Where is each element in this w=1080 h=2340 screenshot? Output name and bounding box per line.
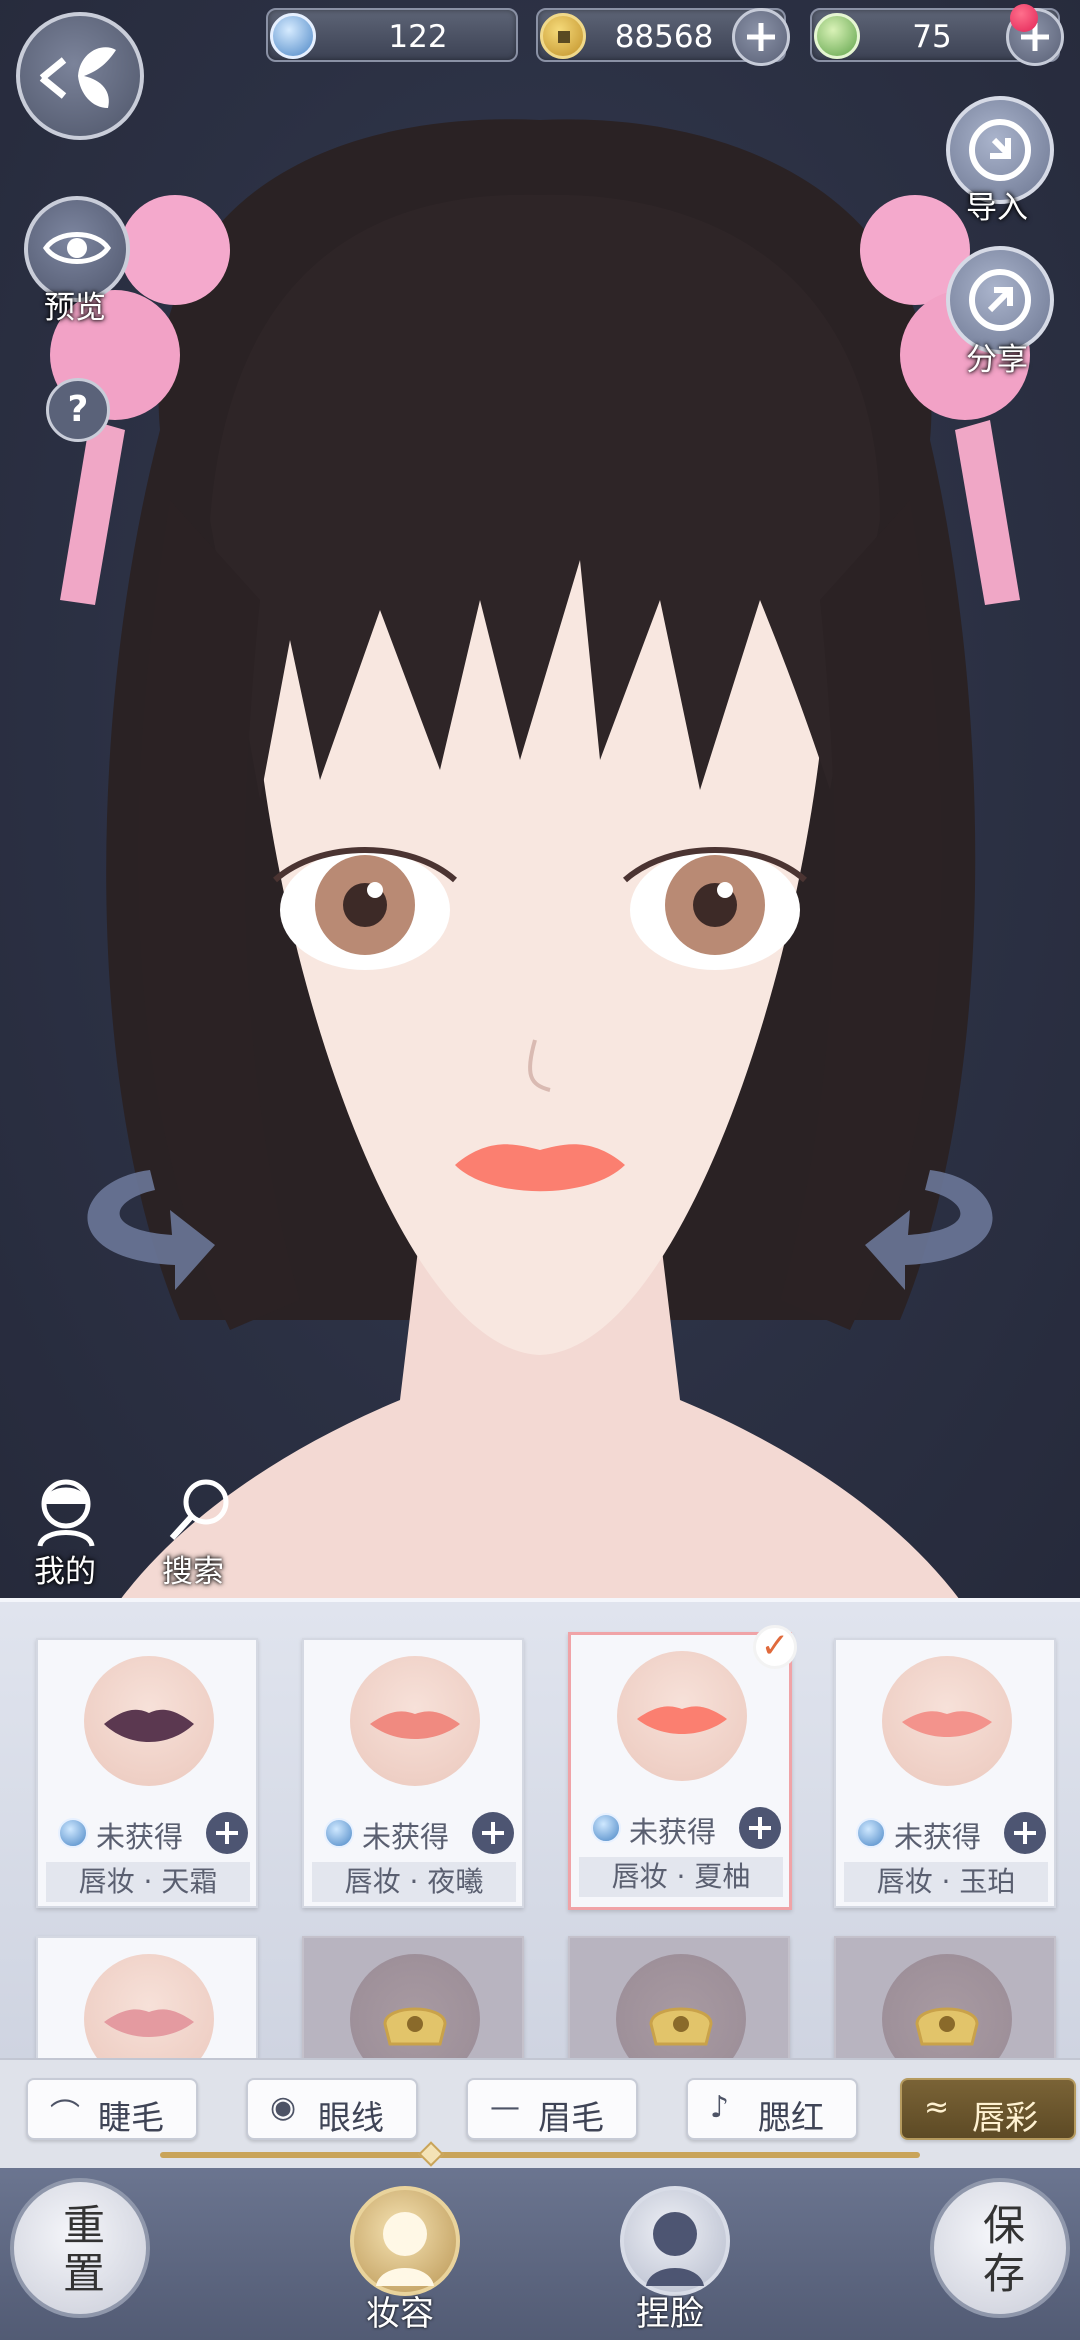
help-button[interactable]: ? xyxy=(46,378,110,442)
gem-icon xyxy=(591,1813,621,1843)
gem-icon xyxy=(324,1818,354,1848)
reset-label: 重置 xyxy=(62,2201,105,2298)
lip-thumbnail xyxy=(84,1954,214,2058)
tab-eyeliner[interactable]: ◉ 眼线 xyxy=(246,2078,418,2140)
mine-button[interactable]: 我的 xyxy=(26,1470,106,1590)
makeup-card-locked[interactable] xyxy=(834,1936,1056,2058)
makeup-name: 唇妆 · 夏柚 xyxy=(579,1857,783,1897)
gem-balance: 122 xyxy=(266,8,518,62)
makeup-name: 唇妆 · 玉珀 xyxy=(844,1862,1048,1902)
reset-button[interactable]: 重置 xyxy=(10,2178,150,2318)
save-button[interactable]: 保存 xyxy=(930,2178,1070,2318)
eyelash-icon: ⌒ xyxy=(50,2098,80,2133)
tab-label: 唇彩 xyxy=(972,2098,1038,2137)
import-label: 导入 xyxy=(966,190,1028,226)
makeup-name: 唇妆 · 夜曦 xyxy=(312,1862,516,1902)
notification-dot xyxy=(1010,4,1038,32)
eyebrow-icon: — xyxy=(490,2090,520,2125)
makeup-card[interactable]: 未获得 唇妆 · 夜曦 xyxy=(302,1638,524,1908)
lock-icon xyxy=(649,2007,713,2046)
lip-thumbnail xyxy=(350,1656,480,1786)
character-preview[interactable] xyxy=(0,0,1080,1600)
lips-icon: ≈ xyxy=(924,2090,950,2125)
mine-label: 我的 xyxy=(34,1554,96,1590)
copper-coin-icon xyxy=(540,13,586,59)
makeup-card[interactable] xyxy=(36,1936,258,2058)
makeup-portrait-icon xyxy=(376,2212,434,2286)
lip-thumbnail xyxy=(616,1954,746,2058)
acquire-button[interactable] xyxy=(206,1812,248,1854)
gem-icon xyxy=(856,1818,886,1848)
lock-icon xyxy=(915,2007,979,2046)
makeup-card-locked[interactable] xyxy=(302,1936,524,2058)
makeup-grid[interactable]: 未获得 唇妆 · 天霜 未获得 唇妆 · 夜曦 未获得 唇妆 · 夏柚 ✓ 未获… xyxy=(0,1598,1080,2058)
tab-eyebrow[interactable]: — 眉毛 xyxy=(466,2078,638,2140)
search-button[interactable]: 搜索 xyxy=(160,1470,240,1590)
acquire-button[interactable] xyxy=(472,1812,514,1854)
makeup-card-locked[interactable] xyxy=(568,1936,790,2058)
makeup-category-tabs: ⌒ 睫毛 ◉ 眼线 — 眉毛 ♪ 腮红 ≈ 唇彩 xyxy=(0,2058,1080,2168)
makeup-panel: 未获得 唇妆 · 天霜 未获得 唇妆 · 夜曦 未获得 唇妆 · 夏柚 ✓ 未获… xyxy=(0,1598,1080,2340)
help-icon: ? xyxy=(67,389,89,430)
lip-thumbnail xyxy=(882,1656,1012,1786)
gem-icon xyxy=(58,1818,88,1848)
gem-count: 122 xyxy=(388,19,448,55)
ownership-status: 未获得 xyxy=(96,1820,184,1854)
makeup-nav-button[interactable] xyxy=(350,2186,460,2296)
makeup-nav-label: 妆容 xyxy=(366,2294,434,2334)
makeup-name: 唇妆 · 天霜 xyxy=(46,1862,250,1902)
lip-thumbnail xyxy=(882,1954,1012,2058)
energy-icon xyxy=(814,13,860,59)
search-label: 搜索 xyxy=(162,1554,224,1590)
scroll-thumb[interactable] xyxy=(418,2141,444,2167)
lip-thumbnail xyxy=(617,1651,747,1781)
selected-check-icon: ✓ xyxy=(753,1625,797,1669)
lip-thumbnail xyxy=(84,1656,214,1786)
ownership-status: 未获得 xyxy=(362,1820,450,1854)
makeup-card-selected[interactable]: 未获得 唇妆 · 夏柚 ✓ xyxy=(568,1625,797,1910)
gem-icon xyxy=(270,13,316,59)
tab-label: 眉毛 xyxy=(538,2098,604,2137)
tab-lipstick[interactable]: ≈ 唇彩 xyxy=(900,2078,1076,2140)
face-nav-label: 捏脸 xyxy=(636,2294,704,2334)
character-model xyxy=(50,119,1030,1600)
face-portrait-icon xyxy=(646,2212,704,2286)
tab-label: 睫毛 xyxy=(98,2098,164,2137)
makeup-card[interactable]: 未获得 唇妆 · 玉珀 xyxy=(834,1638,1056,1908)
makeup-card[interactable]: 未获得 唇妆 · 天霜 xyxy=(36,1638,258,1908)
butterfly-back-icon xyxy=(39,47,116,108)
lip-thumbnail xyxy=(350,1954,480,2058)
add-coin-button[interactable] xyxy=(732,8,790,66)
tab-label: 眼线 xyxy=(318,2098,384,2137)
female-avatar-icon xyxy=(37,1479,95,1547)
ownership-status: 未获得 xyxy=(629,1815,717,1849)
face-nav-button[interactable] xyxy=(620,2186,730,2296)
lock-icon xyxy=(383,2007,447,2046)
preview-label: 预览 xyxy=(44,290,106,326)
tab-eyelash[interactable]: ⌒ 睫毛 xyxy=(26,2078,198,2140)
save-label: 保存 xyxy=(982,2201,1025,2298)
coin-balance: 88568 xyxy=(536,8,790,66)
share-label: 分享 xyxy=(966,342,1028,378)
back-button[interactable] xyxy=(16,12,144,140)
tab-label: 腮红 xyxy=(758,2098,824,2137)
bottom-navigation: 重置 妆容 捏脸 保存 xyxy=(0,2168,1080,2340)
acquire-button[interactable] xyxy=(1004,1812,1046,1854)
energy-count: 75 xyxy=(912,19,952,55)
ownership-status: 未获得 xyxy=(894,1820,982,1854)
coin-count: 88568 xyxy=(614,19,714,55)
acquire-button[interactable] xyxy=(739,1807,781,1849)
blush-icon: ♪ xyxy=(710,2090,730,2125)
search-icon xyxy=(169,1479,229,1541)
scroll-indicator[interactable] xyxy=(160,2141,920,2167)
tab-blush[interactable]: ♪ 腮红 xyxy=(686,2078,858,2140)
eye-icon: ◉ xyxy=(270,2090,297,2125)
